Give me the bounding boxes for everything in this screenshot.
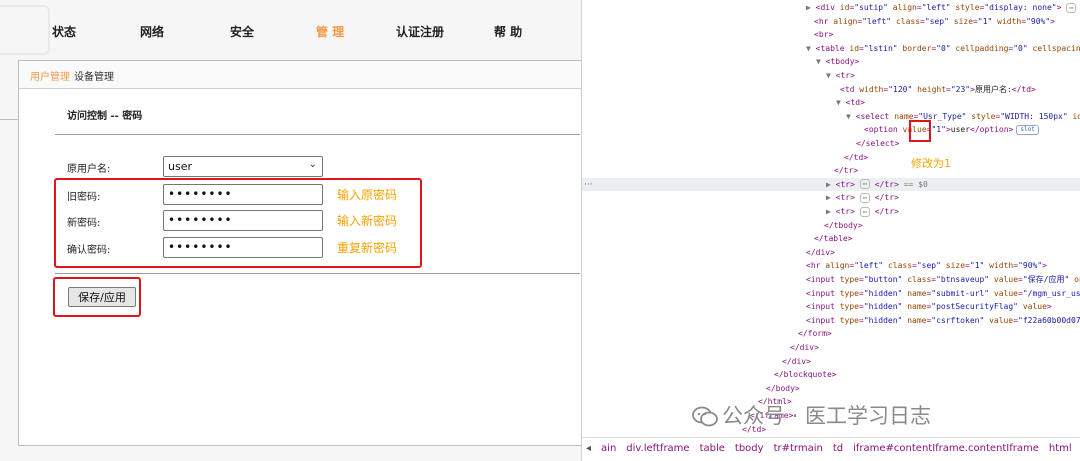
breadcrumb-item[interactable]: div.leftframe: [626, 443, 689, 454]
dom-tree-line[interactable]: </div>: [582, 341, 1080, 354]
dom-tree-line[interactable]: ▶ <tr> ⋯ </tr>: [582, 191, 1080, 204]
subtab-user-management[interactable]: 用户管理: [30, 68, 70, 83]
dom-tree-line[interactable]: </tbody>: [582, 219, 1080, 232]
separator: [55, 273, 580, 274]
dom-tree-line[interactable]: <input type="hidden" name="csrftoken" va…: [582, 314, 1080, 327]
dom-tree-line[interactable]: </form>: [582, 327, 1080, 340]
watermark: 公众号 · 医工学习日志: [692, 400, 931, 430]
dom-tree-line[interactable]: <td width="120" height="23">原用户名:</td>: [582, 83, 1080, 96]
element-breadcrumb: ◂ ain div.leftframe table tbody tr#trmain td if…: [582, 437, 1080, 461]
chevron-down-icon: ⌄: [308, 159, 317, 170]
username-label: 原用户名:: [67, 164, 111, 175]
breadcrumb-item[interactable]: tbody: [735, 443, 764, 454]
breadcrumb-item[interactable]: td: [833, 443, 843, 454]
separator: [55, 134, 580, 135]
top-navigation: 状态 网络 安全 管 理 认证注册 帮 助: [0, 0, 581, 58]
nav-status[interactable]: 状态: [52, 23, 76, 40]
divider: [0, 119, 18, 120]
dom-tree-line[interactable]: </blockquote>: [582, 368, 1080, 381]
dom-tree-line[interactable]: <input type="hidden" name="postSecurityF…: [582, 300, 1080, 313]
page-title: 访问控制 -- 密码: [67, 111, 143, 122]
breadcrumb-item[interactable]: table: [700, 443, 725, 454]
highlight-box-passwords: [54, 178, 422, 268]
dom-tree-line[interactable]: <option value="1">user</option> slot: [582, 123, 1080, 136]
watermark-text: 公众号 · 医工学习日志: [722, 404, 932, 428]
nav-network[interactable]: 网络: [140, 23, 164, 40]
annotation-modify: 修改为1: [911, 157, 951, 170]
wechat-icon: [692, 406, 718, 427]
dom-tree-line[interactable]: ▼ <tr>: [582, 69, 1080, 82]
dom-tree-line[interactable]: <br>: [582, 28, 1080, 41]
router-admin-page: 状态 网络 安全 管 理 认证注册 帮 助 用户管理 设备管理 访问控制 -- …: [0, 0, 581, 461]
dom-tree-line[interactable]: ▶ <div id="sutip" align="left" style="di…: [582, 1, 1080, 14]
username-row: 原用户名: user ⌄: [67, 156, 467, 177]
nav-security[interactable]: 安全: [230, 23, 254, 40]
dom-tree-line[interactable]: <hr align="left" class="sep" size="1" wi…: [582, 15, 1080, 28]
nav-auth-register[interactable]: 认证注册: [396, 23, 444, 40]
more-options-icon[interactable]: ···: [584, 180, 593, 190]
dom-tree-line[interactable]: <hr align="left" class="sep" size="1" wi…: [582, 259, 1080, 272]
dom-tree-line[interactable]: ▼ <table id="lstin" border="0" cellpaddi…: [582, 42, 1080, 55]
dom-tree-line[interactable]: </div>: [582, 355, 1080, 368]
subtab-device-management[interactable]: 设备管理: [74, 68, 114, 83]
dom-tree-line[interactable]: </table>: [582, 232, 1080, 245]
dom-tree[interactable]: ▶ <div id="sutip" align="left" style="di…: [582, 0, 1080, 447]
dom-tree-line[interactable]: </tr>: [582, 164, 1080, 177]
nav-help[interactable]: 帮 助: [494, 23, 522, 40]
dom-tree-line[interactable]: </td>: [582, 151, 1080, 164]
username-select-value: user: [168, 160, 192, 173]
chevron-left-icon[interactable]: ◂: [586, 443, 591, 454]
highlight-box-save: [53, 277, 141, 317]
breadcrumb-item[interactable]: iframe#contentIframe.contentIframe: [853, 443, 1039, 454]
breadcrumb-item[interactable]: tr#trmain: [774, 443, 823, 454]
dom-tree-line[interactable]: ▼ <select name="Usr_Type" style="WIDTH: …: [582, 110, 1080, 123]
breadcrumb-item[interactable]: ain: [601, 443, 616, 454]
username-select[interactable]: user ⌄: [163, 156, 323, 177]
content-frame: 用户管理 设备管理 访问控制 -- 密码 原用户名: user ⌄ 旧密码: •…: [18, 60, 581, 446]
dom-tree-line[interactable]: </select>: [582, 137, 1080, 150]
dom-tree-line[interactable]: </div>: [582, 246, 1080, 259]
dom-tree-line[interactable]: ▼ <td>: [582, 96, 1080, 109]
nav-management[interactable]: 管 理: [316, 23, 344, 40]
highlight-box-option-value: [909, 120, 931, 142]
dom-tree-line[interactable]: <input type="hidden" name="submit-url" v…: [582, 287, 1080, 300]
breadcrumb-item[interactable]: html: [1049, 443, 1072, 454]
dom-tree-line[interactable]: ▶ <tr> ⋯ </tr> == $0: [582, 177, 1080, 191]
devtools-panel: ▶ <div id="sutip" align="left" style="di…: [581, 0, 1080, 461]
dom-tree-line[interactable]: <input type="button" class="btnsaveup" v…: [582, 273, 1080, 286]
subtab-bar: 用户管理 设备管理: [19, 61, 581, 89]
dom-tree-line[interactable]: </body>: [582, 382, 1080, 395]
dom-tree-line[interactable]: ▼ <tbody>: [582, 55, 1080, 68]
dom-tree-line[interactable]: ▶ <tr> ⋯ </tr>: [582, 205, 1080, 218]
